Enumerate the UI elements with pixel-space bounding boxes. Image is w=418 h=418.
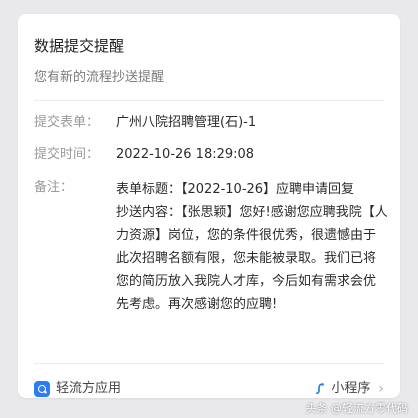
mini-program-link[interactable]: 小程序 › [314,378,384,400]
card-subtitle: 您有新的流程抄送提醒 [34,70,165,85]
mini-program-label: 小程序 [331,381,371,396]
note-label: 备注： [34,180,74,195]
form-label: 提交表单： [34,115,100,130]
card-title: 数据提交提醒 [34,37,125,55]
app-name: 轻流方应用 [56,381,122,396]
app-source[interactable]: 轻流方应用 [34,378,121,400]
note-title-line: 表单标题：【2022-10-26】应聘申请回复 [116,182,355,197]
form-value: 广州八院招聘管理(石)-1 [116,115,257,130]
notification-card[interactable]: 数据提交提醒 您有新的流程抄送提醒 提交表单： 广州八院招聘管理(石)-1 提交… [18,14,400,398]
chevron-right-icon: › [378,381,384,397]
time-label: 提交时间： [34,147,100,162]
divider-bottom [34,363,384,364]
divider-top [34,100,384,101]
mini-program-icon [314,382,326,396]
app-logo-icon [34,381,50,397]
note-content: 抄送内容：【张思颖】您好!感谢您应聘我院【人力资源】岗位，您的条件很优秀，很遗憾… [116,205,388,312]
note-body: 表单标题：【2022-10-26】应聘申请回复 抄送内容：【张思颖】您好!感谢您… [116,178,388,316]
time-value: 2022-10-26 18:29:08 [116,147,255,162]
watermark: 头条 @轻流方零代码 [305,402,409,415]
